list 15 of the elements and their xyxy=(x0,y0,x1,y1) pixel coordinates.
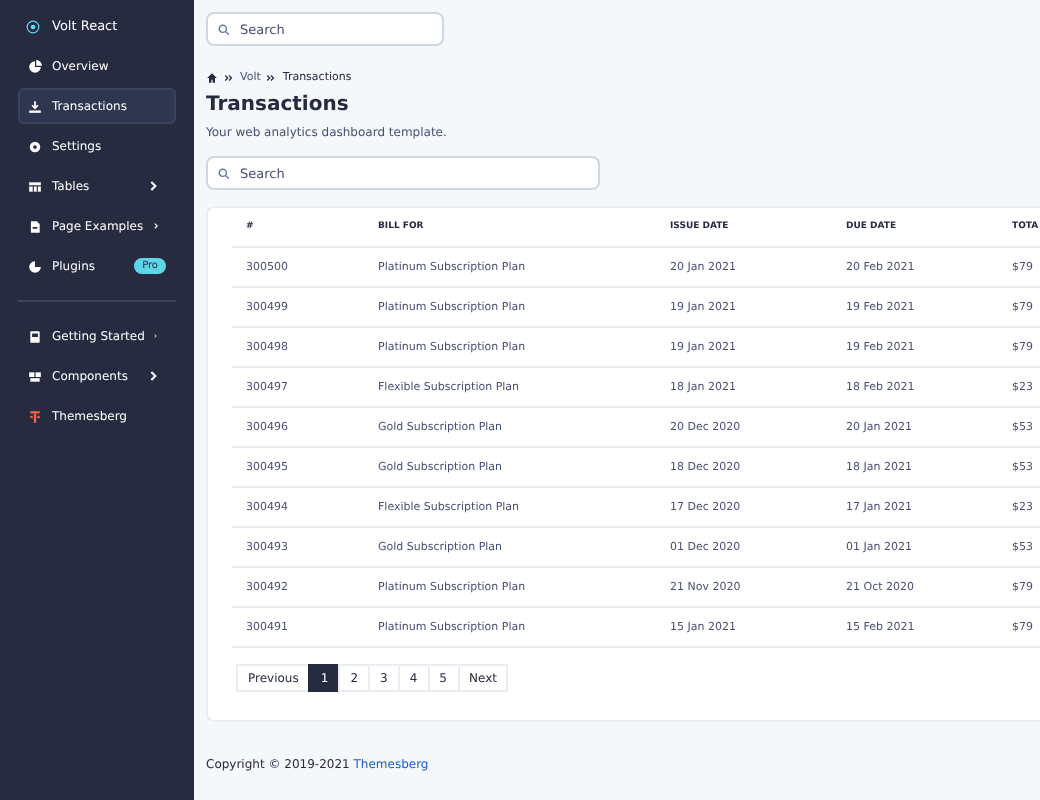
page-title: Transactions xyxy=(206,94,351,116)
chevrons-icon xyxy=(266,74,277,82)
pie-chart-icon xyxy=(28,59,42,73)
boxes-icon xyxy=(28,369,42,383)
home-icon xyxy=(206,72,218,84)
book-icon xyxy=(28,329,42,343)
search-icon xyxy=(218,23,230,35)
search-icon xyxy=(218,167,230,179)
chevrons-icon xyxy=(224,74,234,82)
chart-icon xyxy=(28,259,42,273)
atom-logo-icon xyxy=(26,19,40,33)
settings-icon xyxy=(28,139,42,153)
table-icon xyxy=(28,179,42,193)
document-icon xyxy=(28,219,42,233)
logo-icon xyxy=(28,409,42,423)
